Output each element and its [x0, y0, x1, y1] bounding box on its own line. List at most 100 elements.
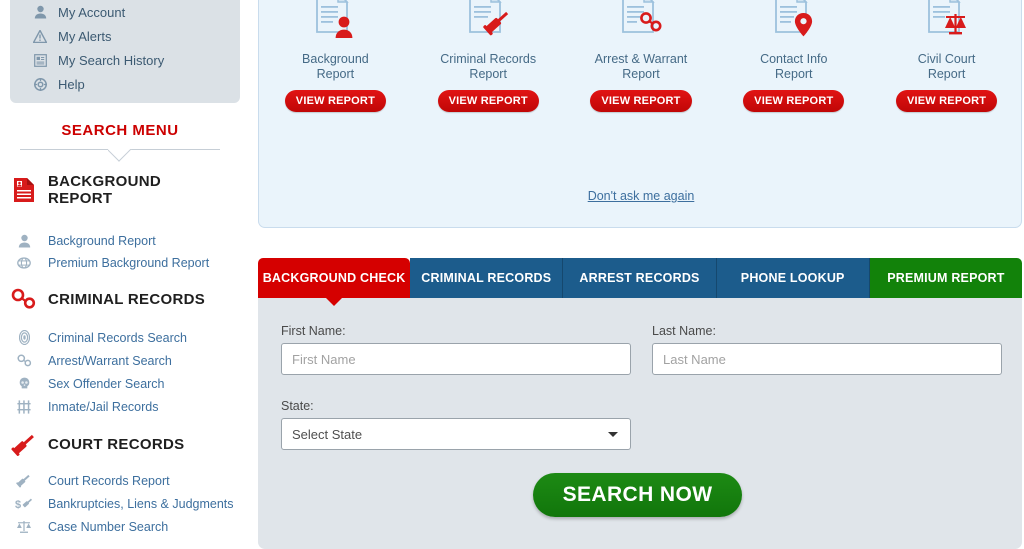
sidebar-item-label: Case Number Search — [48, 519, 169, 534]
user-icon — [30, 4, 50, 20]
promo-card-title: Background Report — [264, 52, 406, 82]
sidebar-item-label: Inmate/Jail Records — [48, 399, 159, 414]
search-menu-divider — [20, 149, 220, 163]
promo-card-contact-info-report[interactable]: Contact Info Report VIEW REPORT — [723, 0, 865, 112]
background-report-document-icon — [0, 177, 48, 203]
sidebar-item-criminal-records-search[interactable]: Criminal Records Search — [0, 327, 240, 348]
promo-card-list: Background Report VIEW REPORT Criminal R… — [259, 0, 1023, 112]
promo-card-criminal-records-report[interactable]: Criminal Records Report VIEW REPORT — [417, 0, 559, 112]
view-report-button[interactable]: VIEW REPORT — [437, 90, 539, 112]
promo-reports-panel: Background Report VIEW REPORT Criminal R… — [258, 0, 1022, 228]
sidebar-item-label: Premium Background Report — [48, 255, 210, 270]
promo-card-title: Contact Info Report — [723, 52, 865, 82]
promo-card-background-report[interactable]: Background Report VIEW REPORT — [264, 0, 406, 112]
document-person-icon — [264, 0, 406, 46]
tab-premium-report[interactable]: PREMIUM REPORT — [869, 258, 1023, 298]
globe-icon — [0, 256, 48, 270]
promo-card-title-line2: Report — [927, 67, 966, 81]
sidebar-item-label: Background Report — [48, 233, 156, 248]
state-select[interactable]: Select State — [281, 418, 631, 450]
sidebar-item-sex-offender-search[interactable]: Sex Offender Search — [0, 373, 240, 394]
search-form-panel: First Name: Last Name: State: Select Sta… — [258, 298, 1022, 549]
sidebar-item-case-number-search[interactable]: Case Number Search — [0, 516, 240, 537]
sidebar-item-label: My Alerts — [58, 28, 112, 44]
sidebar: My Account My Alerts My Search History H… — [0, 0, 240, 549]
first-name-input[interactable] — [281, 343, 631, 375]
sidebar-item-my-search-history[interactable]: My Search History — [10, 50, 240, 70]
fingerprint-icon — [0, 330, 48, 345]
sidebar-item-inmate-jail-records[interactable]: Inmate/Jail Records — [0, 396, 240, 417]
sidebar-item-label: Court Records Report — [48, 473, 170, 488]
document-pin-icon — [723, 0, 865, 46]
gavel-icon — [0, 473, 48, 488]
sidebar-section-title: COURT RECORDS — [48, 435, 185, 453]
handcuffs-icon — [0, 288, 48, 310]
sidebar-item-label: Bankruptcies, Liens & Judgments — [48, 496, 234, 511]
sidebar-section-criminal-records[interactable]: CRIMINAL RECORDS — [0, 288, 240, 310]
last-name-label: Last Name: — [652, 324, 716, 338]
tab-arrest-records[interactable]: ARREST RECORDS — [563, 258, 717, 298]
sidebar-item-arrest-warrant-search[interactable]: Arrest/Warrant Search — [0, 350, 240, 371]
page-root: My Account My Alerts My Search History H… — [0, 0, 1024, 549]
person-icon — [0, 234, 48, 248]
sidebar-item-label: My Search History — [58, 52, 165, 68]
promo-card-title-line2: Report — [469, 67, 507, 81]
sidebar-item-label: Help — [58, 76, 85, 92]
scales-justice-icon — [0, 520, 48, 534]
document-gavel-icon — [417, 0, 559, 46]
search-menu-title: SEARCH MENU — [61, 122, 179, 139]
handcuffs-icon — [0, 354, 48, 367]
sidebar-section-court-records[interactable]: COURT RECORDS — [0, 432, 240, 456]
history-list-icon — [30, 52, 50, 68]
sidebar-item-label: Sex Offender Search — [48, 376, 165, 391]
dont-ask-me-again-link[interactable]: Don't ask me again — [588, 189, 695, 203]
state-label: State: — [281, 399, 314, 413]
promo-card-title-line2: Report — [622, 67, 660, 81]
sidebar-item-help[interactable]: Help — [10, 74, 240, 94]
promo-card-title-line2: Report — [316, 67, 355, 81]
document-scales-icon — [876, 0, 1018, 46]
svg-text:$: $ — [15, 499, 21, 511]
view-report-button[interactable]: VIEW REPORT — [895, 90, 998, 112]
promo-card-title-line1: Background — [302, 52, 369, 66]
promo-card-title-line1: Criminal Records — [440, 52, 537, 66]
skull-icon — [0, 377, 48, 391]
sidebar-section-title: CRIMINAL RECORDS — [48, 290, 206, 308]
sidebar-item-bankruptcies-liens-judgments[interactable]: $ Bankruptcies, Liens & Judgments — [0, 493, 240, 514]
chevron-down-icon — [108, 149, 132, 162]
sidebar-item-label: My Account — [58, 4, 126, 20]
view-report-button[interactable]: VIEW REPORT — [743, 90, 845, 112]
sidebar-section-background-report[interactable]: BACKGROUND REPORT — [0, 173, 240, 207]
promo-card-arrest-warrant-report[interactable]: Arrest & Warrant Report VIEW REPORT — [570, 0, 712, 112]
sidebar-section-title: BACKGROUND REPORT — [48, 173, 161, 207]
sidebar-item-my-account[interactable]: My Account — [10, 2, 240, 22]
promo-card-title-line2: Report — [775, 67, 813, 81]
gavel-icon — [0, 432, 48, 456]
view-report-button[interactable]: VIEW REPORT — [590, 90, 692, 112]
first-name-label: First Name: — [281, 324, 346, 338]
money-gavel-icon: $ — [0, 496, 48, 511]
sidebar-item-court-records-report[interactable]: Court Records Report — [0, 470, 240, 491]
document-handcuffs-icon — [570, 0, 712, 46]
promo-card-title: Criminal Records Report — [417, 52, 559, 82]
search-now-button[interactable]: SEARCH NOW — [533, 473, 742, 517]
tab-background-check[interactable]: BACKGROUND CHECK — [258, 258, 411, 306]
promo-card-title: Civil Court Report — [876, 52, 1018, 82]
alert-triangle-icon — [30, 28, 50, 44]
sidebar-item-premium-background-report[interactable]: Premium Background Report — [0, 252, 240, 273]
dont-ask-again-wrap: Don't ask me again — [259, 187, 1023, 205]
promo-card-civil-court-report[interactable]: Civil Court Report VIEW REPORT — [876, 0, 1018, 112]
main-content: Background Report VIEW REPORT Criminal R… — [258, 0, 1024, 549]
tab-criminal-records[interactable]: CRIMINAL RECORDS — [410, 258, 564, 298]
promo-card-title: Arrest & Warrant Report — [570, 52, 712, 82]
lifebuoy-help-icon — [30, 76, 50, 92]
tab-phone-lookup[interactable]: PHONE LOOKUP — [716, 258, 870, 298]
account-menu-box: My Account My Alerts My Search History H… — [10, 0, 240, 103]
view-report-button[interactable]: VIEW REPORT — [284, 90, 386, 112]
sidebar-item-my-alerts[interactable]: My Alerts — [10, 26, 240, 46]
sidebar-item-label: Criminal Records Search — [48, 330, 187, 345]
sidebar-item-background-report[interactable]: Background Report — [0, 230, 240, 251]
last-name-input[interactable] — [652, 343, 1002, 375]
promo-card-title-line1: Contact Info — [760, 52, 828, 66]
chevron-down-icon — [608, 432, 618, 437]
